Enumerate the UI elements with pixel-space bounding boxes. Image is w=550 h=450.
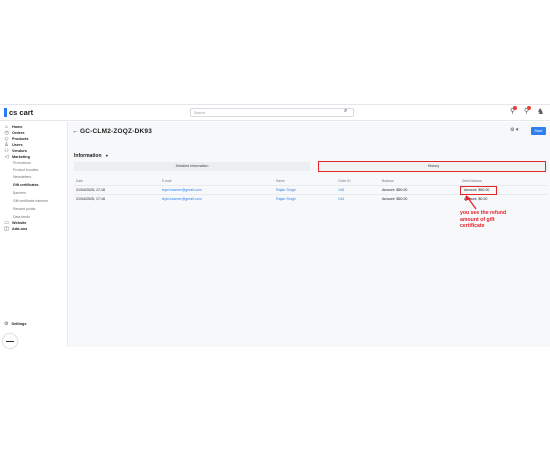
- row-order-id-link[interactable]: 145: [338, 188, 344, 192]
- back-arrow-icon[interactable]: ←: [72, 128, 79, 135]
- history-tab-highlight: [318, 161, 546, 172]
- avatar[interactable]: ♞: [537, 107, 547, 119]
- alerts-icon[interactable]: ⚲: [524, 106, 532, 115]
- table-row: 21/04/2025, 17:16 tejal.ecamer@gmail.com…: [74, 194, 548, 203]
- sidebar-subitem-gift-certificate-banners[interactable]: Gift certificate banners: [13, 198, 48, 204]
- row-balance: Amount: $50.00: [382, 197, 408, 201]
- row-email-link[interactable]: tejal.ecamer@gmail.com: [162, 188, 202, 192]
- cs-cart-logo[interactable]: cs cart: [4, 108, 33, 117]
- chevron-down-icon: ▾: [105, 153, 108, 158]
- row-date: 21/04/2025, 17:16: [76, 197, 105, 201]
- sidebar-item-label: Add-ons: [12, 227, 28, 231]
- logo-text: cs cart: [9, 108, 34, 117]
- page-title: GC-CLM2-ZOQZ-DK93: [80, 128, 153, 135]
- logo-mark-icon: [4, 108, 7, 117]
- alert-badge: [527, 106, 532, 110]
- information-section-toggle[interactable]: Information ▾: [74, 153, 108, 159]
- row-order-id-link[interactable]: 144: [338, 197, 344, 201]
- column-header-email: E-mail: [162, 179, 172, 183]
- sidebar-subitem-product-bundles[interactable]: Product bundles: [13, 167, 38, 173]
- debit-amount-highlight: [460, 186, 497, 195]
- sidebar: ⌂ Home ◷ Orders ◇ Products ♙ Users ⚇ Ven…: [0, 122, 68, 348]
- notification-badge: [513, 106, 518, 110]
- sidebar-subitem-gift-certificates[interactable]: Gift certificates: [13, 182, 38, 188]
- row-debit-balance: Amount: $0.00: [464, 197, 488, 201]
- annotation-note: you see the refund amount of gift certif…: [460, 210, 507, 229]
- addons-icon: ◫: [4, 226, 9, 232]
- sidebar-subitem-newsletters[interactable]: Newsletters: [13, 174, 31, 180]
- page-header: ← GC-CLM2-ZOQZ-DK93 ⚙ ▾ Save: [68, 122, 550, 146]
- megaphone-icon: ◁: [4, 154, 9, 160]
- main-content: ← GC-CLM2-ZOQZ-DK93 ⚙ ▾ Save Information…: [68, 122, 550, 347]
- sidebar-item-settings[interactable]: ⚙ Settings: [4, 321, 26, 327]
- sidebar-subitem-reward-points[interactable]: Reward points: [13, 206, 35, 212]
- gear-icon: ⚙: [4, 321, 9, 327]
- search-icon[interactable]: ⌕: [344, 108, 347, 115]
- row-name-link[interactable]: Rajan Singh: [276, 197, 296, 201]
- search-input[interactable]: Search: [190, 108, 354, 117]
- sidebar-collapse-toggle[interactable]: [3, 334, 17, 348]
- sidebar-subitem-promotions[interactable]: Promotions: [13, 160, 31, 166]
- column-header-date: Date: [76, 179, 83, 183]
- row-date: 21/04/2025, 17:16: [76, 188, 105, 192]
- section-title: Information: [74, 153, 102, 159]
- notifications-icon[interactable]: ⚲: [510, 106, 518, 115]
- settings-dropdown-button[interactable]: ⚙ ▾: [510, 127, 518, 133]
- row-balance: Amount: $50.00: [382, 188, 408, 192]
- sidebar-subitem-banners[interactable]: Banners: [13, 190, 26, 196]
- column-header-name: Name: [276, 179, 285, 183]
- sidebar-item-label: Settings: [11, 322, 27, 326]
- save-button[interactable]: Save: [531, 127, 546, 135]
- top-bar: cs cart Search ⌕ ⚲ ⚲ ♞: [0, 105, 550, 121]
- column-header-balance: Balance: [382, 179, 394, 183]
- column-header-debit-balance: Debit balance: [462, 179, 483, 183]
- sidebar-item-addons[interactable]: ◫ Add-ons: [4, 226, 27, 232]
- tab-detailed-information[interactable]: Detailed information: [74, 162, 310, 171]
- row-email-link[interactable]: tejal.ecamer@gmail.com: [162, 197, 202, 201]
- column-header-order-id: Order ID: [338, 179, 351, 183]
- toggle-bar-icon: [6, 340, 14, 342]
- row-name-link[interactable]: Rajan Singh: [276, 188, 296, 192]
